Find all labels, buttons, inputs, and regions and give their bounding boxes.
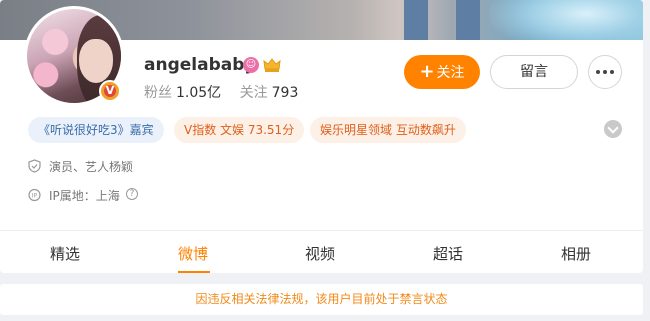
tab-video[interactable]: 视频 <box>305 243 335 264</box>
avatar-face <box>79 39 113 83</box>
tab-super-topic[interactable]: 超话 <box>433 243 463 264</box>
following-count[interactable]: 793 <box>272 85 299 101</box>
more-dots-icon <box>596 70 600 74</box>
cover-image-detail <box>404 0 428 40</box>
tab-weibo[interactable]: 微博 <box>178 243 208 264</box>
profile-tabs: 精选 微博 视频 超话 相册 <box>0 231 643 273</box>
user-name: angelababy <box>144 55 256 75</box>
plus-icon: + <box>419 61 435 82</box>
cover-image-detail <box>456 0 480 40</box>
profile-card: V angelababy ☺ 粉丝 1.05亿 关注 793 + 关注 留言 《听说很… <box>0 0 643 273</box>
verified-badge-text: V <box>105 84 115 97</box>
fans-count[interactable]: 1.05亿 <box>176 85 221 101</box>
fans-label: 粉丝 <box>144 85 172 101</box>
tag-interaction[interactable]: 娱乐明星领域 互动数飙升 <box>310 117 466 143</box>
chevron-down-icon[interactable] <box>604 120 622 138</box>
tag-guest[interactable]: 《听说很好吃3》嘉宾 <box>28 117 164 143</box>
following-label: 关注 <box>239 85 268 101</box>
ban-notice: 因违反相关法律法规，该用户目前处于禁言状态 <box>0 284 643 315</box>
tab-featured[interactable]: 精选 <box>50 243 80 264</box>
shield-icon <box>28 159 41 173</box>
crown-icon[interactable] <box>263 57 281 73</box>
help-icon[interactable]: ? <box>126 188 138 200</box>
more-options-button[interactable] <box>588 55 622 89</box>
tab-album[interactable]: 相册 <box>561 243 591 264</box>
level-icon[interactable]: ☺ <box>243 57 259 73</box>
follow-label: 关注 <box>436 65 465 81</box>
ip-location-text: IP属地：上海 <box>49 189 120 203</box>
verified-icon: V <box>99 80 121 102</box>
identity-text: 演员、艺人杨颖 <box>49 160 134 174</box>
more-dots-icon <box>610 70 614 74</box>
message-button[interactable]: 留言 <box>490 55 578 89</box>
follow-button[interactable]: + 关注 <box>404 55 480 89</box>
svg-text:IP: IP <box>32 193 38 200</box>
active-tab-indicator <box>178 271 210 273</box>
user-stats: 粉丝 1.05亿 关注 793 <box>144 82 312 102</box>
more-dots-icon <box>603 70 607 74</box>
cover-image-detail <box>490 0 643 40</box>
tag-v-index[interactable]: V指数 文娱 73.51分 <box>174 117 305 143</box>
ip-location-icon: IP <box>28 188 41 202</box>
